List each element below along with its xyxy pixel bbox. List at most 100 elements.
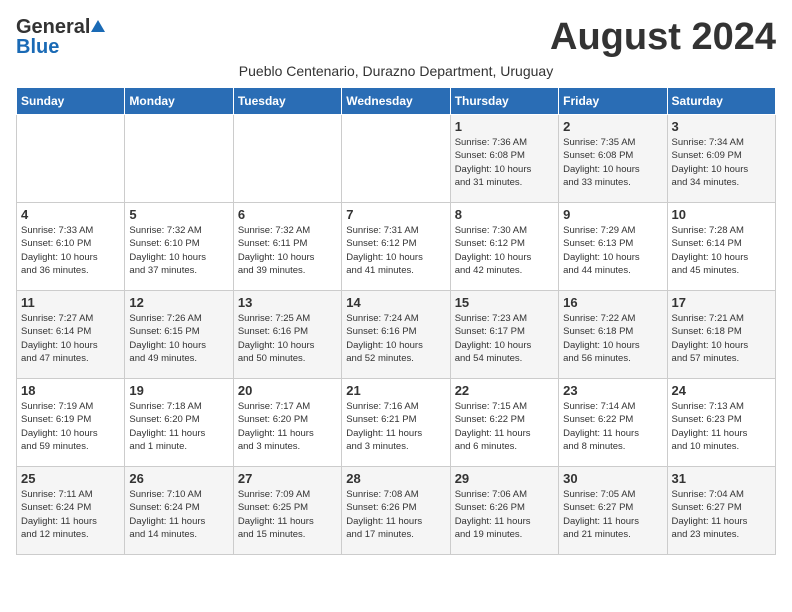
day-info: Sunrise: 7:21 AM Sunset: 6:18 PM Dayligh… (672, 312, 771, 365)
day-info: Sunrise: 7:25 AM Sunset: 6:16 PM Dayligh… (238, 312, 337, 365)
calendar-week-row: 1Sunrise: 7:36 AM Sunset: 6:08 PM Daylig… (17, 115, 776, 203)
day-number: 15 (455, 295, 554, 310)
calendar-cell: 27Sunrise: 7:09 AM Sunset: 6:25 PM Dayli… (233, 467, 341, 555)
calendar-cell: 17 Sunrise: 7:21 AM Sunset: 6:18 PM Dayli… (667, 291, 775, 379)
calendar-week-row: 11 Sunrise: 7:27 AM Sunset: 6:14 PM Dayli… (17, 291, 776, 379)
day-info: Sunrise: 7:29 AM Sunset: 6:13 PM Dayligh… (563, 224, 662, 277)
header-day-wednesday: Wednesday (342, 88, 450, 115)
day-info: Sunrise: 7:26 AM Sunset: 6:15 PM Dayligh… (129, 312, 228, 365)
header-day-tuesday: Tuesday (233, 88, 341, 115)
subtitle: Pueblo Centenario, Durazno Department, U… (16, 63, 776, 79)
day-number: 26 (129, 471, 228, 486)
day-info: Sunrise: 7:18 AM Sunset: 6:20 PM Dayligh… (129, 400, 228, 453)
day-info: Sunrise: 7:24 AM Sunset: 6:16 PM Dayligh… (346, 312, 445, 365)
calendar-cell: 11 Sunrise: 7:27 AM Sunset: 6:14 PM Dayli… (17, 291, 125, 379)
calendar-cell: 23 Sunrise: 7:14 AM Sunset: 6:22 PM Dayli… (559, 379, 667, 467)
day-number: 19 (129, 383, 228, 398)
day-info: Sunrise: 7:27 AM Sunset: 6:14 PM Dayligh… (21, 312, 120, 365)
day-number: 12 (129, 295, 228, 310)
day-number: 7 (346, 207, 445, 222)
calendar-cell: 20 Sunrise: 7:17 AM Sunset: 6:20 PM Dayli… (233, 379, 341, 467)
day-number: 21 (346, 383, 445, 398)
day-info: Sunrise: 7:11 AM Sunset: 6:24 PM Dayligh… (21, 488, 120, 541)
day-number: 10 (672, 207, 771, 222)
day-number: 18 (21, 383, 120, 398)
day-number: 28 (346, 471, 445, 486)
day-info: Sunrise: 7:28 AM Sunset: 6:14 PM Dayligh… (672, 224, 771, 277)
calendar-cell: 18 Sunrise: 7:19 AM Sunset: 6:19 PM Dayli… (17, 379, 125, 467)
day-number: 4 (21, 207, 120, 222)
header-day-monday: Monday (125, 88, 233, 115)
day-info: Sunrise: 7:19 AM Sunset: 6:19 PM Dayligh… (21, 400, 120, 453)
month-title: August 2024 (550, 16, 776, 59)
page-header: General Blue August 2024 (16, 16, 776, 59)
calendar-cell: 29 Sunrise: 7:06 AM Sunset: 6:26 PM Dayli… (450, 467, 558, 555)
calendar-cell: 16Sunrise: 7:22 AM Sunset: 6:18 PM Dayli… (559, 291, 667, 379)
calendar-cell: 13 Sunrise: 7:25 AM Sunset: 6:16 PM Dayli… (233, 291, 341, 379)
header-day-friday: Friday (559, 88, 667, 115)
day-info: Sunrise: 7:06 AM Sunset: 6:26 PM Dayligh… (455, 488, 554, 541)
day-info: Sunrise: 7:22 AM Sunset: 6:18 PM Dayligh… (563, 312, 662, 365)
day-number: 29 (455, 471, 554, 486)
logo: General Blue (16, 16, 106, 55)
header-day-thursday: Thursday (450, 88, 558, 115)
calendar-cell: 9 Sunrise: 7:29 AM Sunset: 6:13 PM Daylig… (559, 203, 667, 291)
day-number: 23 (563, 383, 662, 398)
calendar-cell: 26 Sunrise: 7:10 AM Sunset: 6:24 PM Dayli… (125, 467, 233, 555)
calendar-cell (125, 115, 233, 203)
day-number: 2 (563, 119, 662, 134)
day-number: 17 (672, 295, 771, 310)
calendar-cell: 21 Sunrise: 7:16 AM Sunset: 6:21 PM Dayli… (342, 379, 450, 467)
calendar-cell: 25 Sunrise: 7:11 AM Sunset: 6:24 PM Dayli… (17, 467, 125, 555)
day-number: 3 (672, 119, 771, 134)
calendar-week-row: 18 Sunrise: 7:19 AM Sunset: 6:19 PM Dayli… (17, 379, 776, 467)
day-number: 20 (238, 383, 337, 398)
day-number: 5 (129, 207, 228, 222)
calendar-cell (17, 115, 125, 203)
day-number: 9 (563, 207, 662, 222)
day-info: Sunrise: 7:05 AM Sunset: 6:27 PM Dayligh… (563, 488, 662, 541)
logo-triangle-icon (91, 20, 105, 32)
day-info: Sunrise: 7:32 AM Sunset: 6:10 PM Dayligh… (129, 224, 228, 277)
calendar-cell: 3Sunrise: 7:34 AM Sunset: 6:09 PM Daylig… (667, 115, 775, 203)
calendar-cell: 28Sunrise: 7:08 AM Sunset: 6:26 PM Dayli… (342, 467, 450, 555)
day-info: Sunrise: 7:10 AM Sunset: 6:24 PM Dayligh… (129, 488, 228, 541)
day-number: 11 (21, 295, 120, 310)
day-info: Sunrise: 7:35 AM Sunset: 6:08 PM Dayligh… (563, 136, 662, 189)
day-info: Sunrise: 7:23 AM Sunset: 6:17 PM Dayligh… (455, 312, 554, 365)
calendar-cell: 7 Sunrise: 7:31 AM Sunset: 6:12 PM Daylig… (342, 203, 450, 291)
calendar-cell: 14 Sunrise: 7:24 AM Sunset: 6:16 PM Dayli… (342, 291, 450, 379)
header-day-saturday: Saturday (667, 88, 775, 115)
day-info: Sunrise: 7:14 AM Sunset: 6:22 PM Dayligh… (563, 400, 662, 453)
day-info: Sunrise: 7:15 AM Sunset: 6:22 PM Dayligh… (455, 400, 554, 453)
day-number: 8 (455, 207, 554, 222)
calendar-cell: 24Sunrise: 7:13 AM Sunset: 6:23 PM Dayli… (667, 379, 775, 467)
day-info: Sunrise: 7:31 AM Sunset: 6:12 PM Dayligh… (346, 224, 445, 277)
header-day-sunday: Sunday (17, 88, 125, 115)
day-number: 13 (238, 295, 337, 310)
calendar-cell: 5 Sunrise: 7:32 AM Sunset: 6:10 PM Daylig… (125, 203, 233, 291)
calendar-cell: 31Sunrise: 7:04 AM Sunset: 6:27 PM Dayli… (667, 467, 775, 555)
calendar-week-row: 25 Sunrise: 7:11 AM Sunset: 6:24 PM Dayli… (17, 467, 776, 555)
calendar-cell: 1Sunrise: 7:36 AM Sunset: 6:08 PM Daylig… (450, 115, 558, 203)
calendar-cell: 22 Sunrise: 7:15 AM Sunset: 6:22 PM Dayli… (450, 379, 558, 467)
calendar-cell: 12 Sunrise: 7:26 AM Sunset: 6:15 PM Dayli… (125, 291, 233, 379)
day-info: Sunrise: 7:16 AM Sunset: 6:21 PM Dayligh… (346, 400, 445, 453)
day-number: 25 (21, 471, 120, 486)
day-number: 22 (455, 383, 554, 398)
calendar-cell: 4Sunrise: 7:33 AM Sunset: 6:10 PM Daylig… (17, 203, 125, 291)
day-number: 14 (346, 295, 445, 310)
calendar-cell (342, 115, 450, 203)
calendar-header-row: SundayMondayTuesdayWednesdayThursdayFrid… (17, 88, 776, 115)
day-info: Sunrise: 7:13 AM Sunset: 6:23 PM Dayligh… (672, 400, 771, 453)
calendar-cell (233, 115, 341, 203)
day-info: Sunrise: 7:32 AM Sunset: 6:11 PM Dayligh… (238, 224, 337, 277)
calendar-table: SundayMondayTuesdayWednesdayThursdayFrid… (16, 87, 776, 555)
day-info: Sunrise: 7:04 AM Sunset: 6:27 PM Dayligh… (672, 488, 771, 541)
calendar-cell: 2 Sunrise: 7:35 AM Sunset: 6:08 PM Daylig… (559, 115, 667, 203)
day-info: Sunrise: 7:17 AM Sunset: 6:20 PM Dayligh… (238, 400, 337, 453)
day-info: Sunrise: 7:36 AM Sunset: 6:08 PM Dayligh… (455, 136, 554, 189)
calendar-cell: 19 Sunrise: 7:18 AM Sunset: 6:20 PM Dayli… (125, 379, 233, 467)
calendar-cell: 8Sunrise: 7:30 AM Sunset: 6:12 PM Daylig… (450, 203, 558, 291)
calendar-cell: 6Sunrise: 7:32 AM Sunset: 6:11 PM Daylig… (233, 203, 341, 291)
